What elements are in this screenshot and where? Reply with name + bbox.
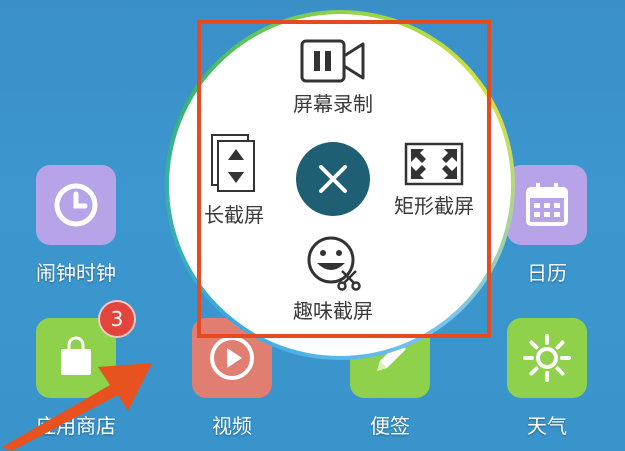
app-clock[interactable]: 闹钟时钟 — [21, 165, 131, 286]
clock-icon — [54, 183, 98, 227]
pointer-arrow-icon — [2, 363, 152, 451]
calendar-tile[interactable] — [507, 165, 587, 245]
app-label-clock: 闹钟时钟 — [36, 261, 116, 285]
app-label-notes: 便签 — [370, 414, 410, 438]
app-label-calendar: 日历 — [527, 261, 567, 285]
clock-tile[interactable] — [36, 165, 116, 245]
highlight-box — [197, 20, 491, 338]
app-label-weather: 天气 — [527, 414, 567, 438]
weather-tile[interactable] — [507, 318, 587, 398]
app-weather[interactable]: 天气 — [492, 318, 602, 439]
notification-badge: 3 — [98, 300, 136, 338]
sun-icon — [523, 334, 571, 382]
play-icon — [210, 336, 254, 380]
app-label-video: 视频 — [212, 414, 252, 438]
calendar-icon — [526, 183, 568, 226]
